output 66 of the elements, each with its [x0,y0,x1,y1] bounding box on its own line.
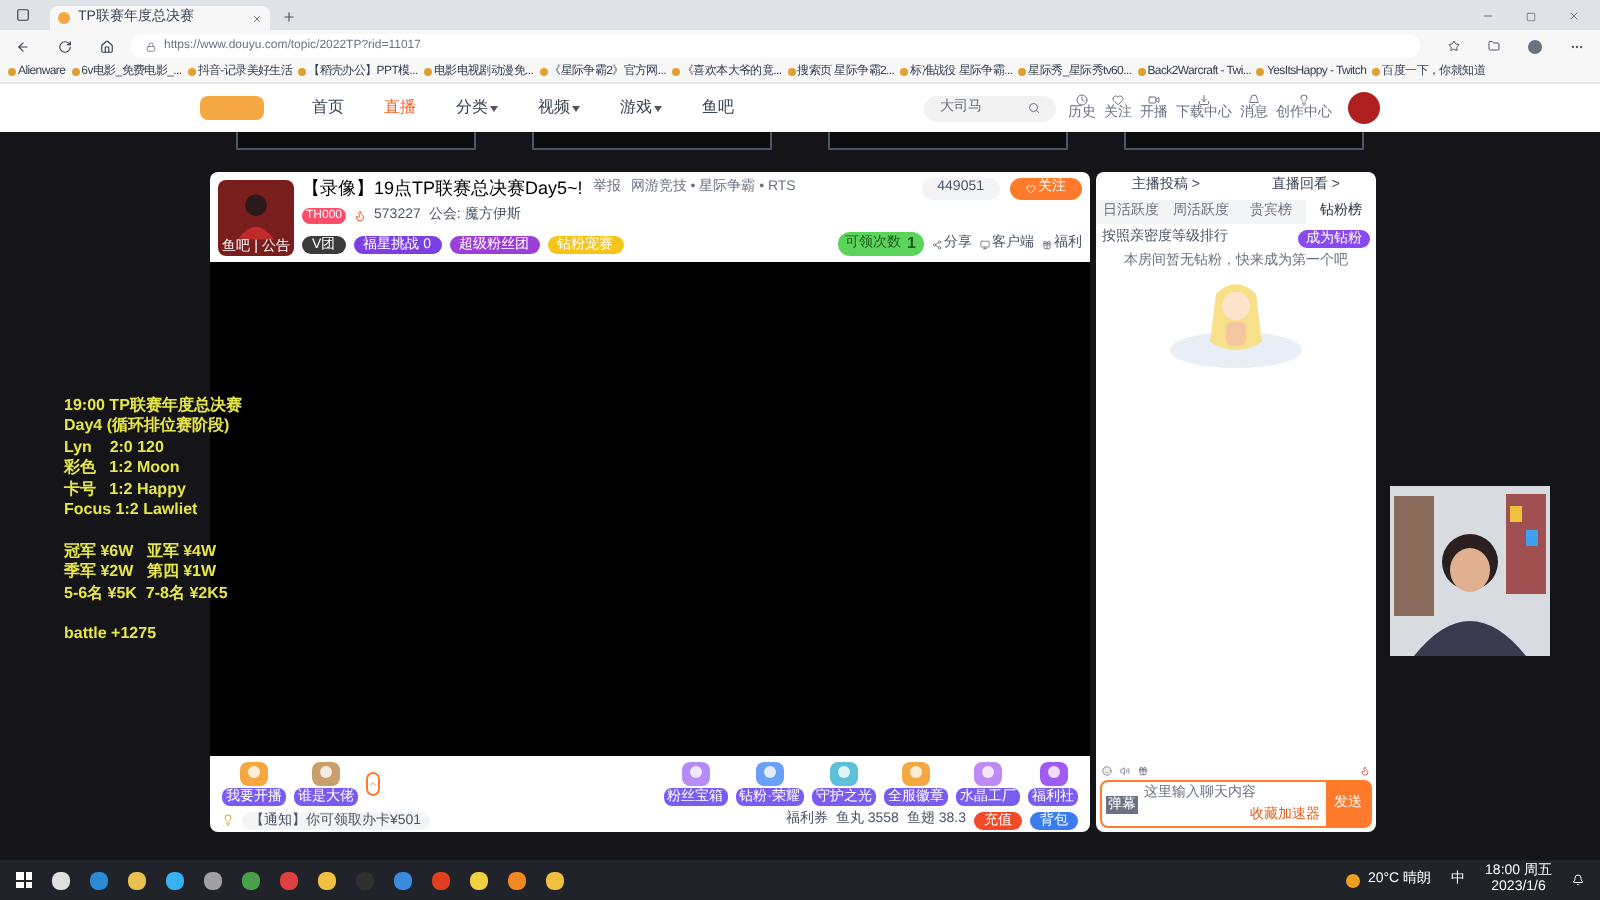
lightbulb-icon[interactable] [1298,94,1310,106]
game-card[interactable] [532,132,772,150]
profile-icon[interactable] [1528,39,1542,53]
stream-title: 【录像】19点TP联赛总决赛Day5~! [302,178,583,199]
taskbar-app-icon[interactable] [318,871,336,889]
caret-icon[interactable] [654,105,662,111]
taskbar-app-icon[interactable] [242,871,260,889]
bell-icon[interactable] [1248,94,1260,106]
nav-link[interactable]: 游戏 [620,96,652,120]
heart-icon[interactable] [1112,94,1124,106]
speaker-icon[interactable] [1120,766,1130,776]
game-card[interactable] [828,132,1068,150]
overlay-text: 19:00 TP联赛年度总决赛 [64,396,242,416]
nav-link[interactable]: 首页 [312,96,344,120]
collapse-icon[interactable] [366,771,380,795]
overlay-text: battle +1275 [64,624,159,646]
caret-icon[interactable] [572,105,580,111]
site-logo[interactable] [200,96,264,120]
overlay-text: 彩色 1:2 Moon [64,458,182,480]
overlay-text: 冠军 ¥6W 亚军 ¥4W [64,541,219,562]
overlay-text: Lyn 2:0 120 [64,437,166,458]
video-icon[interactable] [1148,94,1160,106]
overlay-text: 5-6名 ¥5K 7-8名 ¥2K5 [64,583,230,605]
notification-icon[interactable] [1572,874,1584,886]
taskbar-app-icon[interactable] [52,871,70,889]
overlay-text: Focus 1:2 Lawliet [64,500,200,521]
nav-link[interactable]: 分类 [456,96,488,120]
taskbar-app-icon[interactable] [128,871,146,889]
taskbar-app-icon[interactable] [546,871,564,889]
nav-link[interactable]: 视频 [538,96,570,120]
clock-icon[interactable] [1076,94,1088,106]
favorite-icon[interactable] [1448,40,1460,52]
close-window-icon[interactable] [1568,10,1580,22]
download-icon[interactable] [1198,94,1210,106]
start-icon[interactable] [16,872,32,888]
share-icon[interactable] [932,239,942,249]
tab-actions-icon[interactable] [16,8,30,22]
weather-icon [1345,873,1360,887]
user-avatar[interactable] [1348,92,1380,124]
overlay-text: 卡号 1:2 Happy [64,479,188,501]
taskbar-app-icon[interactable] [204,871,222,889]
emoji-icon[interactable] [1102,766,1112,776]
overlay-text: Day4 (循环排位赛阶段) [64,416,232,438]
collections-icon[interactable] [1488,40,1500,52]
mascot-drawing [1166,278,1306,368]
taskbar-app-icon[interactable] [508,871,526,889]
monitor-icon[interactable] [980,239,990,249]
flame-icon [354,209,367,222]
taskbar-app-icon[interactable] [470,871,488,889]
new-tab-icon[interactable] [282,10,296,24]
overlay-text: 季军 ¥2W 第四 ¥1W [64,562,219,584]
nav-link[interactable]: 鱼吧 [702,96,734,120]
person-figure-icon [238,191,274,239]
heart-icon [1026,183,1036,194]
site-favicon-icon [58,12,70,24]
home-icon[interactable] [100,39,114,53]
back-icon[interactable] [16,39,30,53]
lock-icon [146,41,156,51]
reload-icon[interactable] [58,39,72,53]
game-card[interactable] [236,132,476,150]
taskbar-app-icon[interactable] [166,871,184,889]
flame-icon[interactable] [1360,766,1370,776]
search-icon[interactable] [1028,102,1040,114]
notice-icon [222,814,234,827]
caret-icon[interactable] [490,105,498,111]
maximize-icon[interactable] [1526,12,1536,22]
